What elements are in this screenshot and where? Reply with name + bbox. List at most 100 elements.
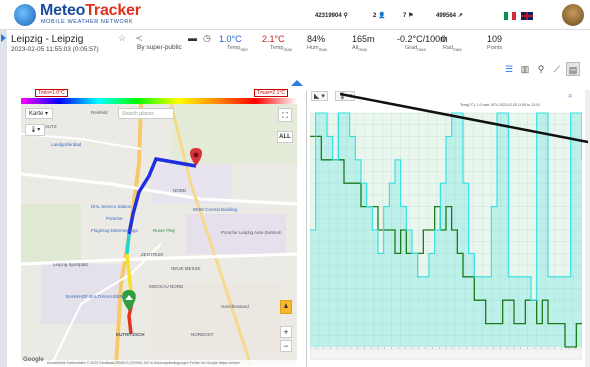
place-label: Landgrafenbad [51, 142, 82, 147]
comment-icon[interactable]: ▬ [188, 33, 197, 43]
place-label: MOCKAU NORD [149, 284, 184, 289]
chart-type-select[interactable]: ◣ ▾ [311, 91, 328, 101]
track-segment-cool [125, 233, 131, 255]
logo-icon[interactable] [14, 4, 36, 26]
arrow-icon: ↗ [457, 13, 463, 19]
overlay-pointer-line [340, 92, 589, 144]
logo-subtitle: MOBILE WEATHER NETWORK [41, 19, 134, 25]
temp-min-label-sub: min [240, 47, 248, 53]
map-attribution: Kurzbefehle Kartendaten © 2023 GeoBasis-… [21, 360, 297, 367]
chart-navigator[interactable] [310, 348, 582, 360]
collapse-panel-icon[interactable] [291, 80, 303, 86]
track-title: Leipzig - Leipzig [11, 34, 84, 45]
hum-max-label-sub: max [318, 47, 328, 53]
map-view[interactable]: Reinfeld SCHLAUTZ Landgrafenbad NORD BMW… [21, 104, 297, 366]
list-view-icon[interactable]: ☰ [502, 62, 516, 76]
measure-rad-max: 0 Radmax [441, 34, 462, 52]
temp-min-label-text: Temp [227, 45, 241, 51]
thermometer-select[interactable]: 🌡▾ [25, 124, 45, 136]
annotation-line [340, 92, 589, 144]
place-label: ZENTRUM [141, 252, 163, 257]
map-type-value: Karte [29, 111, 44, 117]
points-label: Points [487, 45, 503, 51]
stat-tracks-value: 7 [403, 13, 407, 19]
logo-text-part1: Meteo [40, 2, 86, 19]
caret-down-icon: ▾ [45, 111, 49, 117]
place-label: Gerichtsstand [221, 304, 249, 309]
user-icon: 👤 [378, 13, 386, 19]
chart-type-caret: ▾ [321, 93, 325, 100]
place-label: Rover Play [153, 228, 176, 233]
rad-max-label-sub: max [453, 47, 462, 53]
track-date: 2023-02-05 11:55:03 (0:05:57) [11, 46, 99, 53]
place-label: DHL Service Station [91, 204, 132, 209]
temp-max-label-text: Temp [270, 45, 284, 51]
points-value: 109 [487, 34, 503, 44]
street-view-icon[interactable]: ♟ [280, 300, 292, 314]
start-marker-icon[interactable] [122, 290, 136, 311]
route-icon: ⚑ [408, 13, 414, 19]
place-label: NEUE MESSE [171, 266, 201, 271]
stat-distance-value: 499564 [436, 13, 457, 19]
map-pin-view-icon[interactable]: ⚲ [534, 62, 548, 76]
star-icon[interactable]: ☆ [118, 33, 126, 44]
split-view-icon[interactable]: ▤ [566, 62, 580, 76]
rad-max-label-text: Rad [443, 45, 454, 51]
hum-max-label-text: Hum [307, 45, 319, 51]
temp-min-label: Tempmin [219, 45, 248, 52]
zoom-out-button[interactable]: − [280, 340, 292, 352]
place-label: BAHNHOF BALTIKHAUSEN [66, 294, 124, 299]
track-author: By super-public [137, 44, 182, 51]
hum-max-value: 84% [307, 34, 326, 44]
map-search-input[interactable]: Search places [118, 108, 174, 119]
measure-temp-min: 1.0°C Tempmin [219, 34, 248, 52]
temp-max-label: Tempmax [262, 45, 292, 52]
stat-points: 42319904 ⚲ [315, 12, 348, 19]
top-bar: MeteoTracker MOBILE WEATHER NETWORK 4231… [0, 0, 590, 30]
map-type-select[interactable]: Karte ▾ [25, 108, 53, 119]
hum-max-label: Hummax [307, 45, 327, 52]
alt-max-label-sub: max [358, 47, 368, 53]
place-label: Porsche Leipzig Auto-Zentrum [221, 230, 282, 235]
stat-users: 2 👤 [373, 12, 386, 19]
uk-flag-icon[interactable] [521, 12, 533, 20]
place-label: EUTRITZSCH [116, 332, 145, 337]
alt-max-label: Altmax [352, 45, 375, 52]
temp-max-label-sub: max [283, 47, 293, 53]
share-icon[interactable]: ≺ [135, 33, 143, 44]
measure-temp-max: 2.1°C Tempmax [262, 34, 292, 52]
rad-max-label: Radmax [441, 45, 462, 52]
place-label: NORD [173, 188, 187, 193]
grad-max-label-text: Grad [405, 45, 418, 51]
fullscreen-icon[interactable]: ⛶ [278, 108, 292, 122]
stat-tracks: 7 ⚑ [403, 12, 413, 19]
thermometer-icon: 🌡 [29, 127, 38, 133]
place-label: BMW Central Building [193, 207, 238, 212]
alt-max-value: 165m [352, 34, 375, 44]
stat-distance: 499564 ↗ [436, 12, 463, 19]
place-label: Porsche [106, 216, 123, 221]
place-label: Flugzeug Dämmerungs [91, 228, 138, 233]
tmin-label: Tmin=1.0°C [35, 89, 68, 97]
chevron-right-icon [1, 34, 6, 42]
measure-alt-max: 165m Altmax [352, 34, 375, 52]
temp-max-value: 2.1°C [262, 34, 285, 44]
app-logo[interactable]: MeteoTracker [40, 2, 141, 20]
temp-min-value: 1.0°C [219, 34, 242, 44]
grad-max-label-sub: max [417, 47, 426, 53]
user-avatar[interactable] [562, 4, 584, 26]
zoom-in-button[interactable]: + [280, 326, 292, 338]
logo-text-part2: Tracker [85, 2, 141, 19]
place-label: Reinfeld [91, 110, 108, 115]
italian-flag-icon[interactable] [504, 12, 516, 20]
measure-hum-max: 84% Hummax [307, 34, 327, 52]
rad-max-value: 0 [441, 34, 447, 44]
area-chart-icon: ◣ [314, 93, 320, 100]
bar-chart-view-icon[interactable]: ▥ [518, 62, 532, 76]
line-chart-view-icon[interactable]: ⟋ [550, 62, 564, 76]
tmax-label: Tmax=2.1°C [254, 89, 288, 97]
end-marker-dot [193, 152, 199, 158]
all-button[interactable]: ALL [277, 131, 293, 143]
stat-points-value: 42319904 [315, 13, 342, 19]
sidebar-toggle[interactable] [0, 30, 7, 367]
